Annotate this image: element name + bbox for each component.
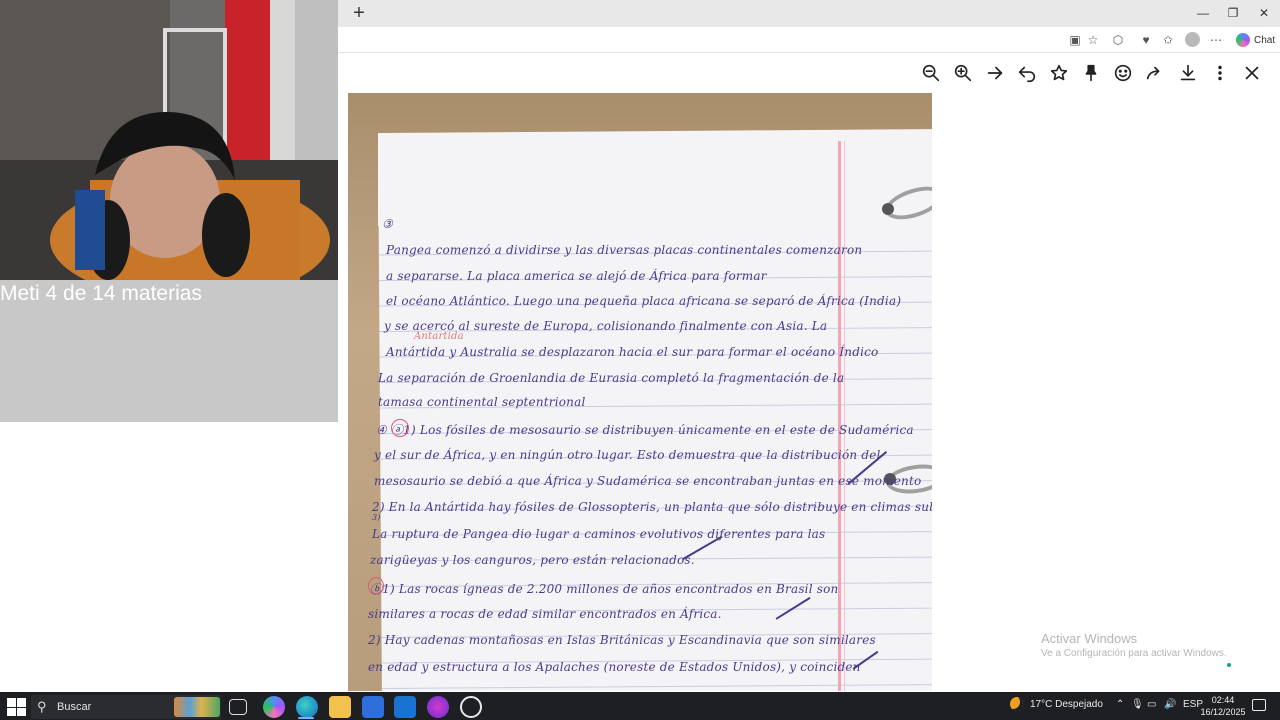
handwritten-line: y el sur de África, y en ningún otro lug… <box>374 448 881 462</box>
handwritten-line: Pangea comenzó a dividirse y las diversa… <box>386 243 863 257</box>
network-icon[interactable]: ▭ <box>1147 699 1156 710</box>
search-icon: ⚲ <box>37 699 47 714</box>
download-icon[interactable] <box>1177 62 1199 84</box>
copilot-taskbar-icon[interactable] <box>263 696 285 718</box>
status-dot <box>1227 663 1231 667</box>
rotate-left-icon[interactable] <box>1016 62 1038 84</box>
clock-date: 16/12/2025 <box>1200 707 1246 717</box>
active-app-indicator <box>298 717 314 719</box>
clock[interactable]: 02:44 16/12/2025 <box>1200 694 1246 718</box>
handwritten-line: tamasa continental septentrional <box>378 395 586 409</box>
star-icon[interactable] <box>1048 62 1070 84</box>
copilot-icon <box>1236 33 1250 47</box>
volume-icon[interactable]: 🔊 <box>1164 699 1176 710</box>
task-view-icon[interactable] <box>229 699 247 715</box>
edge-icon[interactable] <box>296 696 318 718</box>
binder-hole-top <box>882 203 894 215</box>
red-circle-mark <box>368 577 384 595</box>
store-icon[interactable] <box>362 696 384 718</box>
file-explorer-icon[interactable] <box>329 696 351 718</box>
red-correction: Antartida <box>414 331 464 342</box>
chatgpt-icon[interactable] <box>460 696 482 718</box>
handwritten-line: zarigüeyas y los canguros, pero están re… <box>370 553 695 567</box>
favorites-icon[interactable]: ✩ <box>1159 31 1177 49</box>
emoji-icon[interactable] <box>1112 62 1134 84</box>
zoom-in-icon[interactable] <box>952 62 974 84</box>
copilot-chat-button[interactable]: Chat <box>1232 30 1279 50</box>
moon-icon <box>1010 697 1024 711</box>
red-circle-mark <box>391 419 409 437</box>
extensions-icon[interactable]: ⬡ <box>1109 31 1127 49</box>
clock-time: 02:44 <box>1211 695 1235 705</box>
notebook-photo[interactable]: ③ Pangea comenzó a dividirse y las diver… <box>348 93 932 691</box>
windows-start-icon[interactable] <box>5 696 27 718</box>
handwritten-line: el océano Atlántico. Luego una pequeña p… <box>386 294 902 308</box>
handwritten-line: en edad y estructura a los Apalaches (no… <box>368 660 861 674</box>
favorite-star-icon[interactable]: ☆ <box>1084 31 1102 49</box>
handwritten-line: Antártida y Australia se desplazaron hac… <box>386 345 879 359</box>
handwritten-line: ③ <box>382 217 393 231</box>
new-tab-button[interactable]: + <box>348 3 370 25</box>
small-mark: 3) <box>372 513 381 522</box>
activation-watermark-title: Activar Windows <box>1041 631 1138 646</box>
activation-watermark-subtitle: Ve a Configuración para activar Windows. <box>1041 648 1227 659</box>
handwritten-line: La ruptura de Pangea dio lugar a caminos… <box>372 527 826 541</box>
search-placeholder: Buscar <box>57 701 92 713</box>
more-options-icon[interactable] <box>1209 62 1231 84</box>
more-icon[interactable]: ⋯ <box>1207 31 1225 49</box>
rotate-right-icon[interactable] <box>984 62 1006 84</box>
search-highlight-art[interactable] <box>174 697 220 717</box>
minimize-button[interactable]: — <box>1188 2 1218 24</box>
restore-button[interactable]: ❐ <box>1218 2 1248 24</box>
handwritten-line: ⓑ1) Las rocas ígneas de 2.200 millones d… <box>370 582 839 596</box>
webcam-image <box>0 0 338 282</box>
image-viewer-toolbar <box>338 54 1280 92</box>
handwritten-line: similares a rocas de edad similar encont… <box>368 607 722 621</box>
page-top-margin <box>378 133 932 226</box>
handwritten-line: ④ ⓐ1) Los fósiles de mesosaurio se distr… <box>376 423 914 437</box>
chat-label: Chat <box>1254 34 1276 46</box>
zoom-out-icon[interactable] <box>920 62 942 84</box>
close-window-button[interactable]: ✕ <box>1249 2 1279 24</box>
apps-icon[interactable]: ▣ <box>1066 31 1084 49</box>
handwritten-line: a separarse. La placa america se alejó d… <box>386 269 767 283</box>
stream-caption: Meti 4 de 14 materias <box>0 282 202 305</box>
media-app-icon[interactable] <box>427 696 449 718</box>
weather-text: 17°C Despejado <box>1030 698 1103 710</box>
weather-widget[interactable]: 17°C Despejado <box>1010 697 1103 711</box>
microphone-icon[interactable]: 🎙 <box>1131 699 1144 710</box>
outlook-icon[interactable] <box>394 696 416 718</box>
profile-icon[interactable] <box>1185 32 1200 47</box>
browser-essentials-icon[interactable]: ♥ <box>1137 31 1155 49</box>
chevron-up-icon[interactable]: ⌃ <box>1116 699 1124 710</box>
handwritten-line: mesosaurio se debió a que África y Sudam… <box>374 474 922 488</box>
handwritten-line: 2) En la Antártida hay fósiles de Glosso… <box>372 500 932 514</box>
tab-bar <box>338 0 1280 27</box>
webcam-feed <box>0 0 338 282</box>
notification-icon[interactable] <box>1252 699 1266 711</box>
margin-line-secondary <box>844 141 845 691</box>
margin-line <box>838 141 841 691</box>
share-icon[interactable] <box>1144 62 1166 84</box>
handwritten-line: La separación de Groenlandia de Eurasia … <box>378 371 845 385</box>
pin-icon[interactable] <box>1080 62 1102 84</box>
close-icon[interactable] <box>1241 62 1263 84</box>
handwritten-line: 2) Hay cadenas montañosas en Islas Britá… <box>368 633 876 647</box>
